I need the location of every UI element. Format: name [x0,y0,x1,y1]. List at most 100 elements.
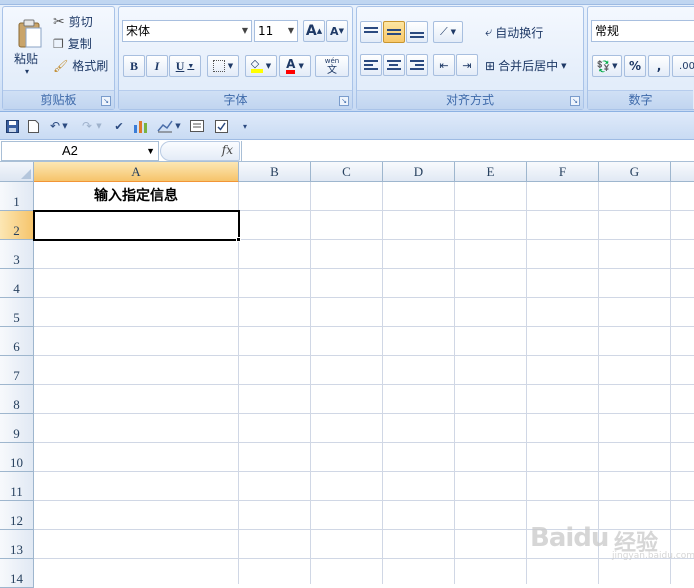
grid-line [34,326,694,327]
align-bottom-button[interactable] [406,21,428,43]
column-header-d[interactable]: D [383,162,455,182]
font-name-combo[interactable]: 宋体 ▼ [122,20,252,42]
chart-icon[interactable] [132,117,150,135]
font-size-combo[interactable]: 11 ▼ [254,20,298,42]
decimal-label: .00 [679,60,694,72]
bold-button[interactable]: B [123,55,145,77]
select-all-button[interactable] [0,162,34,182]
column-header-f[interactable]: F [527,162,599,182]
grid-line [34,500,694,501]
insert-function-icon[interactable]: fx [222,143,233,157]
column-header-c[interactable]: C [311,162,383,182]
row-header-8[interactable]: 8 [0,385,34,414]
align-middle-button[interactable] [383,21,405,43]
align-right-button[interactable] [406,54,428,76]
customize-toolbar-icon[interactable]: ▾ [236,117,254,135]
checkbox-control-icon[interactable] [212,117,230,135]
fill-color-button[interactable]: ◇ ▼ [245,55,277,77]
format-painter-button[interactable]: 🖌 格式刷 [53,57,108,74]
decrease-indent-button[interactable]: ⇤ [433,54,455,76]
align-top-button[interactable] [360,21,382,43]
column-header-g[interactable]: G [599,162,671,182]
row-header-11[interactable]: 11 [0,472,34,501]
grow-font-button[interactable]: A ▲ [303,20,325,42]
row-header-6[interactable]: 6 [0,327,34,356]
paste-icon[interactable] [17,19,43,49]
shrink-font-button[interactable]: A ▼ [326,20,348,42]
spelling-check-icon[interactable]: ✔ [110,117,128,135]
number-format-combo[interactable]: 常规 [591,20,694,42]
row-header-1[interactable]: 1 [0,182,34,211]
form-icon[interactable] [188,117,206,135]
cell-a1[interactable]: 输入指定信息 [34,182,238,210]
formula-bar-handle[interactable]: fx [160,141,240,161]
grid-line [454,182,455,584]
merge-center-button[interactable]: ⊞ 合并后居中 ▼ [485,57,566,74]
formula-input[interactable] [241,141,694,161]
column-header-overflow[interactable] [671,162,694,182]
alignment-dialog-launcher[interactable]: ↘ [570,96,580,106]
align-left-button[interactable] [360,54,382,76]
save-icon[interactable] [3,117,21,135]
clipboard-dialog-launcher[interactable]: ↘ [101,96,111,106]
column-header-e[interactable]: E [455,162,527,182]
font-group: 宋体 ▼ 11 ▼ A ▲ A ▼ B I U ▼ ▼ ◇ ▼ A ▼ wén … [118,6,353,110]
percent-label: % [628,59,642,73]
font-group-label: 字体 [119,90,352,109]
font-dialog-launcher[interactable]: ↘ [339,96,349,106]
column-header-b[interactable]: B [239,162,311,182]
wrap-text-icon: ⤶ [485,25,493,40]
paste-button[interactable]: 粘贴 [14,50,38,67]
paste-dropdown-arrow[interactable]: ▾ [25,67,29,76]
row-header-12[interactable]: 12 [0,501,34,530]
grid-line [34,413,694,414]
grid-line [34,384,694,385]
phonetic-guide-char: 文 [327,65,337,76]
underline-button[interactable]: U ▼ [169,55,201,77]
orientation-button[interactable]: ⟋ ▼ [433,21,463,43]
name-box[interactable]: A2 ▼ [1,141,159,161]
align-center-button[interactable] [383,54,405,76]
font-name-value: 宋体 [126,24,151,38]
column-header-a[interactable]: A [34,162,239,182]
selected-cell-a2[interactable] [33,210,240,241]
row-header-2[interactable]: 2 [0,211,34,240]
copy-button[interactable]: ❐ 复制 [53,35,92,52]
number-format-value: 常规 [595,24,620,38]
fill-handle[interactable] [236,237,241,242]
row-header-5[interactable]: 5 [0,298,34,327]
borders-button[interactable]: ▼ [207,55,239,77]
row-header-4[interactable]: 4 [0,269,34,298]
font-color-button[interactable]: A ▼ [279,55,311,77]
ribbon-tab-strip [0,0,694,5]
row-header-9[interactable]: 9 [0,414,34,443]
row-header-10[interactable]: 10 [0,443,34,472]
decrease-indent-icon: ⇤ [439,58,449,72]
redo-dropdown-icon[interactable]: ▼ [94,117,104,135]
phonetic-guide-button[interactable]: wén 文 [315,55,349,77]
chart-dropdown-icon[interactable]: ▼ [174,117,182,135]
copy-label: 复制 [67,37,92,51]
increase-decimal-button[interactable]: .00 [672,55,694,77]
align-top-icon [364,25,378,39]
clipboard-group-label: 剪贴板 [3,90,114,109]
orientation-icon: ⟋ [439,25,448,38]
undo-dropdown-icon[interactable]: ▼ [60,117,70,135]
wrap-text-button[interactable]: ⤶ 自动换行 [485,24,543,41]
font-size-value: 11 [258,24,274,38]
chevron-down-icon: ▼ [287,26,294,35]
increase-indent-button[interactable]: ⇥ [456,54,478,76]
row-header-7[interactable]: 7 [0,356,34,385]
cut-button[interactable]: ✂ 剪切 [53,13,93,30]
row-header-3[interactable]: 3 [0,240,34,269]
grid-line [34,355,694,356]
percent-style-button[interactable]: % [624,55,646,77]
ribbon: 粘贴 ▾ ✂ 剪切 ❐ 复制 🖌 格式刷 剪贴板 ↘ 宋体 ▼ 11 ▼ A▲ [0,0,694,112]
cut-label: 剪切 [68,15,93,29]
line-chart-icon[interactable] [156,117,174,135]
accounting-format-button[interactable]: 💱 ▼ [592,55,622,77]
comma-style-button[interactable]: , [648,55,670,77]
new-document-icon[interactable] [24,117,42,135]
row-header-13[interactable]: 13 [0,530,34,559]
italic-button[interactable]: I [146,55,168,77]
